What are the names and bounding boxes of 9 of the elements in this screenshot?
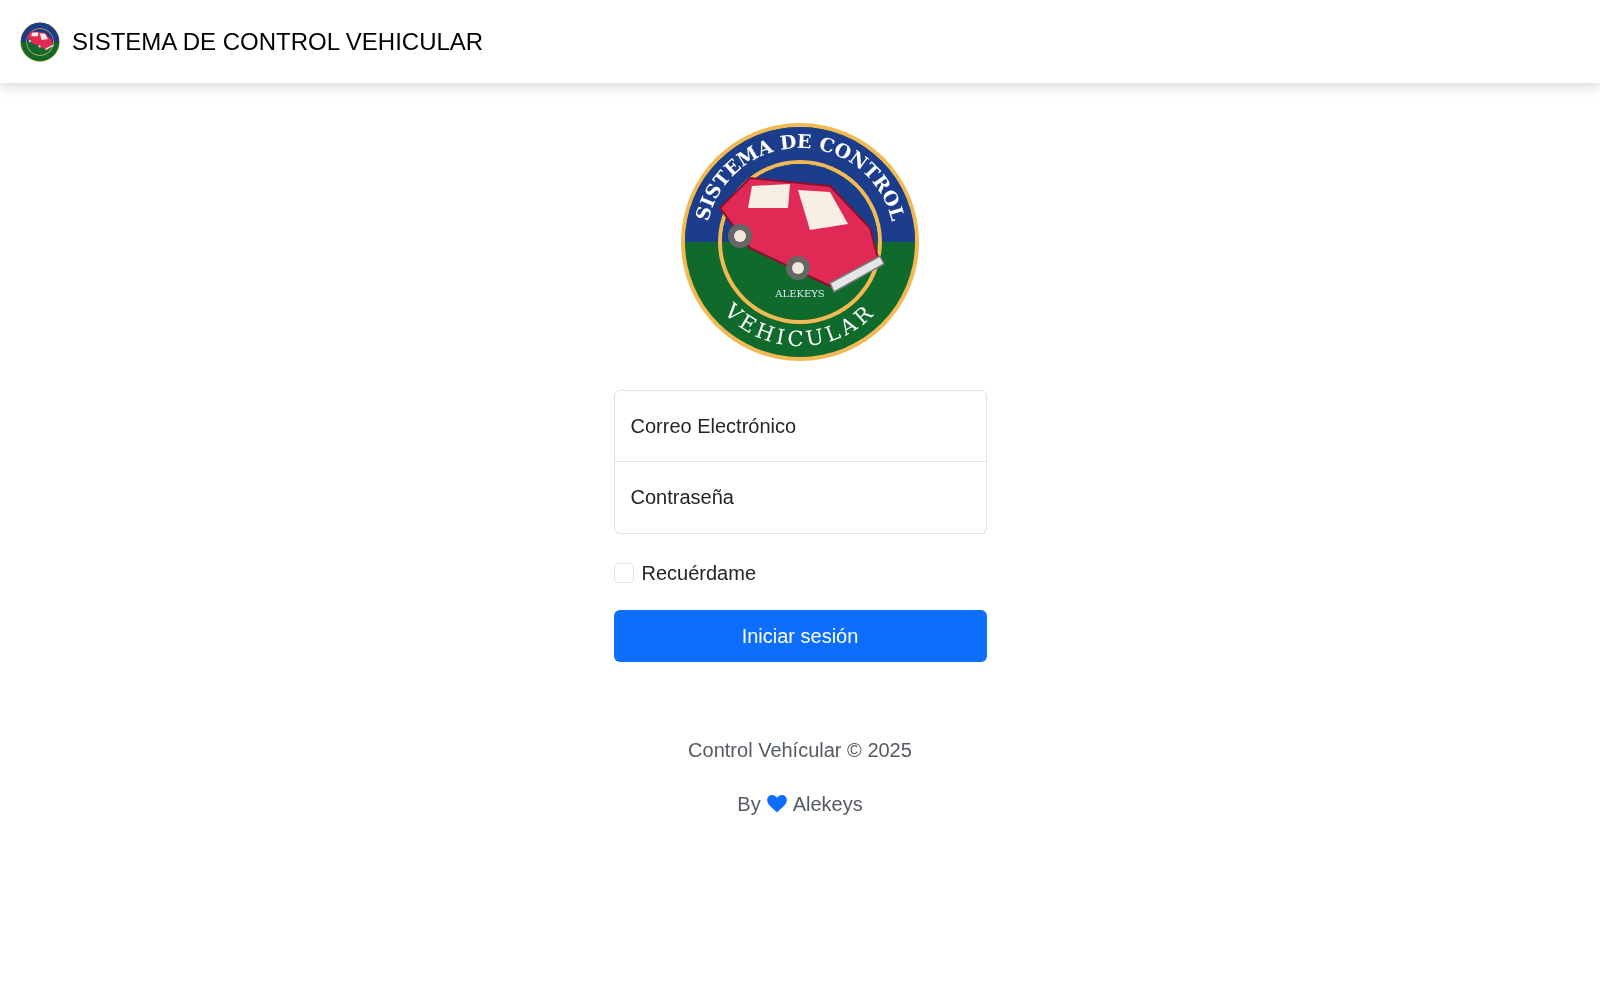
by-text: By	[737, 792, 761, 817]
author-text: Alekeys	[792, 792, 863, 817]
emblem-signature: ALEKEYS	[775, 288, 825, 299]
email-field[interactable]: Correo Electrónico	[613, 390, 987, 462]
navbar-title[interactable]: SISTEMA DE CONTROL VEHICULAR	[72, 23, 484, 60]
remember-label[interactable]: Recuérdame	[641, 558, 756, 588]
password-field[interactable]: Contraseña	[613, 462, 987, 534]
copyright-text: Control Vehícular © 2025	[688, 738, 912, 763]
login-button[interactable]: Iniciar sesión	[613, 610, 987, 662]
